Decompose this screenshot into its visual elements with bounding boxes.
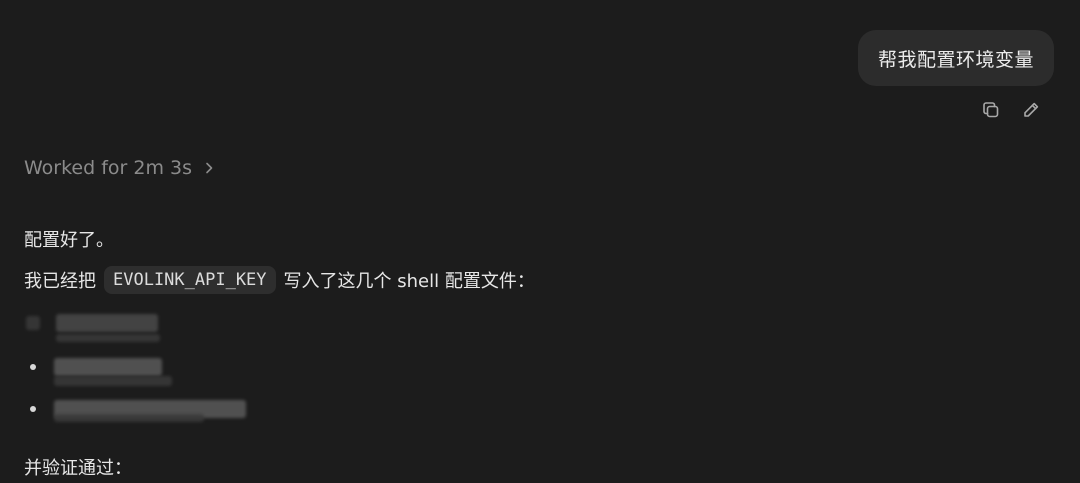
reply-line-files-intro: 我已经把 EVOLINK_API_KEY 写入了这几个 shell 配置文件： (24, 266, 535, 294)
worked-for-toggle[interactable]: Worked for 2m 3s (24, 157, 216, 179)
copy-button[interactable] (980, 99, 1002, 121)
worked-for-label: Worked for 2m 3s (24, 157, 193, 179)
user-message-text: 帮我配置环境变量 (877, 48, 1034, 71)
redacted-block (54, 358, 162, 376)
list-bullet (30, 406, 36, 412)
reply-line-configured: 配置好了。 (24, 230, 114, 251)
reply-line-verified: 并验证通过： (24, 458, 132, 479)
edit-button[interactable] (1020, 99, 1042, 121)
redacted-block (26, 316, 40, 330)
redacted-block (54, 414, 204, 422)
list-bullet (30, 364, 36, 370)
copy-icon (983, 102, 999, 118)
pencil-icon (1024, 102, 1039, 117)
redacted-block (56, 334, 160, 342)
reply-line-prefix: 我已经把 (24, 271, 96, 292)
message-actions (980, 99, 1042, 121)
chat-view: 帮我配置环境变量 Worked for 2m 3s 配置好了。 我已经把 EVO… (0, 0, 1080, 483)
redacted-block (54, 376, 172, 386)
user-message-bubble: 帮我配置环境变量 (857, 30, 1054, 86)
inline-code-env-var: EVOLINK_API_KEY (104, 266, 276, 294)
reply-line-suffix: 写入了这几个 shell 配置文件： (283, 271, 535, 292)
chevron-right-icon (206, 162, 213, 174)
redacted-block (56, 314, 158, 332)
